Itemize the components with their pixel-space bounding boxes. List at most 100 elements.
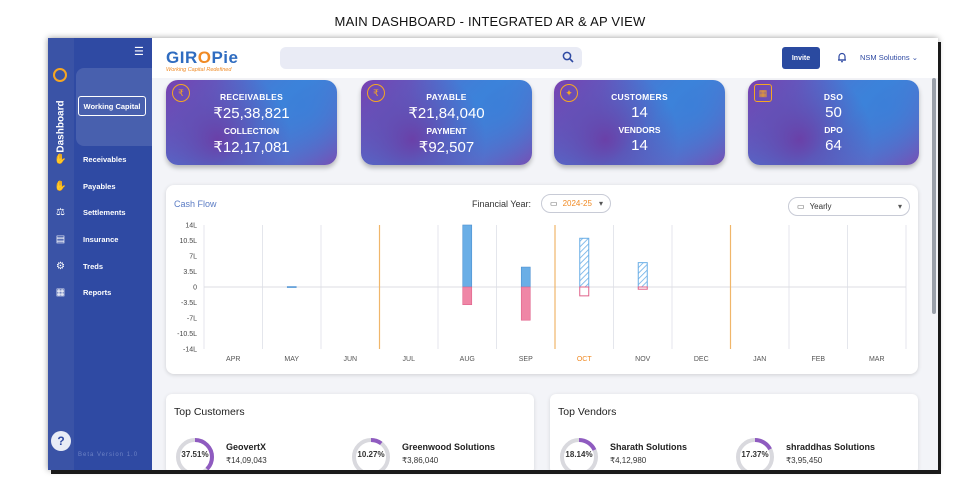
- share-percent: 18.14%: [565, 450, 593, 459]
- hand-pay-icon: ✋: [54, 180, 67, 192]
- y-tick-label: 0: [193, 285, 197, 292]
- vendor-item[interactable]: 18.14% Sharath Solutions ₹4,12,980: [558, 436, 728, 470]
- brand-name-part: GIR: [166, 48, 198, 67]
- x-tick-label: NOV: [635, 356, 651, 363]
- card-value: ₹25,38,821: [213, 105, 290, 122]
- search-icon[interactable]: [562, 51, 574, 63]
- card-label: DSO: [823, 92, 844, 102]
- card-label: PAYMENT: [426, 126, 467, 136]
- outflow-bar: [579, 286, 590, 297]
- dashboard-label: Dashboard: [55, 99, 67, 153]
- handshake-icon: ✦: [560, 84, 578, 102]
- dso-card[interactable]: ▦ DSO 50 DPO 64: [748, 80, 919, 165]
- vendor-item[interactable]: 17.37% shraddhas Solutions ₹3,95,450: [734, 436, 904, 470]
- y-tick-label: 10.5L: [179, 238, 197, 245]
- brand-name-part: Pie: [211, 48, 239, 67]
- card-value: 14: [631, 137, 648, 154]
- sidebar-item-settlements[interactable]: ⚖ Settlements: [48, 202, 152, 222]
- sidebar-item-payables[interactable]: ✋ Payables: [48, 176, 152, 196]
- customer-name: GeovertX: [226, 442, 267, 452]
- period-value: Yearly: [809, 202, 832, 211]
- sidebar-item-label: Insurance: [83, 234, 119, 244]
- cash-flow-panel: 14L 10.5L 7L 3.5L 0 -3.5L -7L -10.5L -14L APR MAY J…: [166, 185, 918, 374]
- card-label: RECEIVABLES: [219, 92, 284, 102]
- search-input[interactable]: [280, 47, 582, 69]
- scrollbar[interactable]: [932, 78, 936, 314]
- vendor-amount: ₹3,95,450: [786, 456, 823, 465]
- card-label: CUSTOMERS: [611, 92, 668, 102]
- vendor-name: Sharath Solutions: [610, 442, 688, 452]
- calendar-icon: ▦: [754, 84, 772, 102]
- card-value: ₹92,507: [418, 139, 475, 156]
- card-value: 14: [631, 104, 648, 121]
- chevron-down-icon: ▾: [897, 202, 902, 211]
- bell-icon[interactable]: [836, 51, 848, 63]
- x-tick-label: JAN: [753, 356, 766, 363]
- customer-amount: ₹3,86,040: [402, 456, 439, 465]
- sidebar-item-treds[interactable]: ⚙ Treds: [48, 256, 152, 276]
- calendar-icon: ▭: [550, 199, 558, 208]
- x-tick-label: SEP: [519, 356, 533, 363]
- share-percent: 10.27%: [357, 450, 385, 459]
- page-heading: MAIN DASHBOARD - INTEGRATED AR & AP VIEW: [334, 14, 646, 29]
- calendar-icon: ▭: [797, 202, 805, 211]
- invite-button[interactable]: Invite: [782, 47, 820, 69]
- card-value: 50: [825, 104, 842, 121]
- vendor-name: shraddhas Solutions: [786, 442, 876, 452]
- settlement-icon: ⚖: [56, 206, 65, 218]
- card-label: VENDORS: [618, 125, 661, 135]
- sidebar-item-receivables[interactable]: ✋ Receivables: [48, 149, 152, 169]
- period-select[interactable]: ▭ Yearly ▾: [788, 197, 910, 216]
- side-rail: Dashboard: [48, 38, 74, 470]
- financial-year-select[interactable]: ▭ 2024-25 ▾: [541, 194, 611, 213]
- inflow-bar: [579, 237, 590, 288]
- sidebar-item-label: Treds: [83, 261, 104, 271]
- share-percent: 37.51%: [181, 450, 209, 459]
- vendor-amount: ₹4,12,980: [610, 456, 647, 465]
- customer-item[interactable]: 10.27% Greenwood Solutions ₹3,86,040: [350, 436, 520, 470]
- sidebar-item-insurance[interactable]: ▤ Insurance: [48, 229, 152, 249]
- brand-name-part: O: [197, 48, 212, 67]
- card-value: 64: [825, 137, 842, 154]
- sidebar-item-label: Reports: [83, 287, 112, 297]
- inflow-bar: [286, 286, 297, 288]
- y-tick-label: 14L: [185, 223, 197, 230]
- x-tick-label: MAR: [869, 356, 885, 363]
- top-customers-title: Top Customers: [174, 406, 245, 418]
- chevron-down-icon: ▾: [598, 199, 603, 208]
- inflow-bar: [520, 266, 531, 288]
- x-tick-label: JUL: [403, 356, 416, 363]
- x-tick-label: APR: [226, 356, 240, 363]
- sidebar-item-reports[interactable]: ▦ Reports: [48, 282, 152, 302]
- customers-card[interactable]: ✦ CUSTOMERS 14 VENDORS 14: [554, 80, 725, 165]
- receivables-card[interactable]: ₹ RECEIVABLES ₹25,38,821 COLLECTION ₹12,…: [166, 80, 337, 165]
- top-bar: GIROPie Working Capital Redefined Invite…: [152, 38, 938, 78]
- help-button[interactable]: ?: [51, 431, 71, 451]
- x-tick-label: DEC: [694, 356, 709, 363]
- payable-card[interactable]: ₹ PAYABLE ₹21,84,040 PAYMENT ₹92,507: [361, 80, 532, 165]
- menu-collapse-icon[interactable]: ☰: [134, 45, 144, 58]
- treds-icon: ⚙: [56, 260, 65, 272]
- insurance-icon: ▤: [55, 233, 66, 245]
- app-window: Dashboard ☰ Working Capital ✋ Receivable…: [48, 38, 938, 470]
- y-tick-label: 3.5L: [183, 269, 197, 276]
- user-menu[interactable]: NSM Solutions ⌄: [860, 53, 918, 62]
- x-tick-label: MAY: [284, 356, 299, 363]
- brand-logo: GIROPie Working Capital Redefined: [166, 48, 239, 73]
- y-tick-label: -3.5L: [181, 300, 197, 307]
- inflow-bar: [462, 224, 473, 288]
- hand-coin-icon: ✋: [54, 153, 67, 165]
- y-tick-label: -14L: [183, 347, 197, 354]
- customer-item[interactable]: 37.51% GeovertX ₹14,09,043: [174, 436, 344, 470]
- version-label: Beta Version 1.0: [78, 452, 139, 458]
- card-label: COLLECTION: [223, 126, 280, 136]
- kpi-cards: ₹ RECEIVABLES ₹25,38,821 COLLECTION ₹12,…: [152, 78, 938, 170]
- card-value: ₹12,17,081: [213, 139, 290, 156]
- working-capital-panel: Working Capital: [76, 68, 152, 146]
- top-customers-panel: Top Customers 37.51% GeovertX ₹14,09,043…: [166, 394, 534, 470]
- x-tick-label: AUG: [460, 356, 475, 363]
- share-percent: 17.37%: [741, 450, 769, 459]
- working-capital-button[interactable]: Working Capital: [78, 96, 146, 116]
- cash-flow-title: Cash Flow: [174, 199, 217, 209]
- sidebar-item-label: Payables: [83, 181, 116, 191]
